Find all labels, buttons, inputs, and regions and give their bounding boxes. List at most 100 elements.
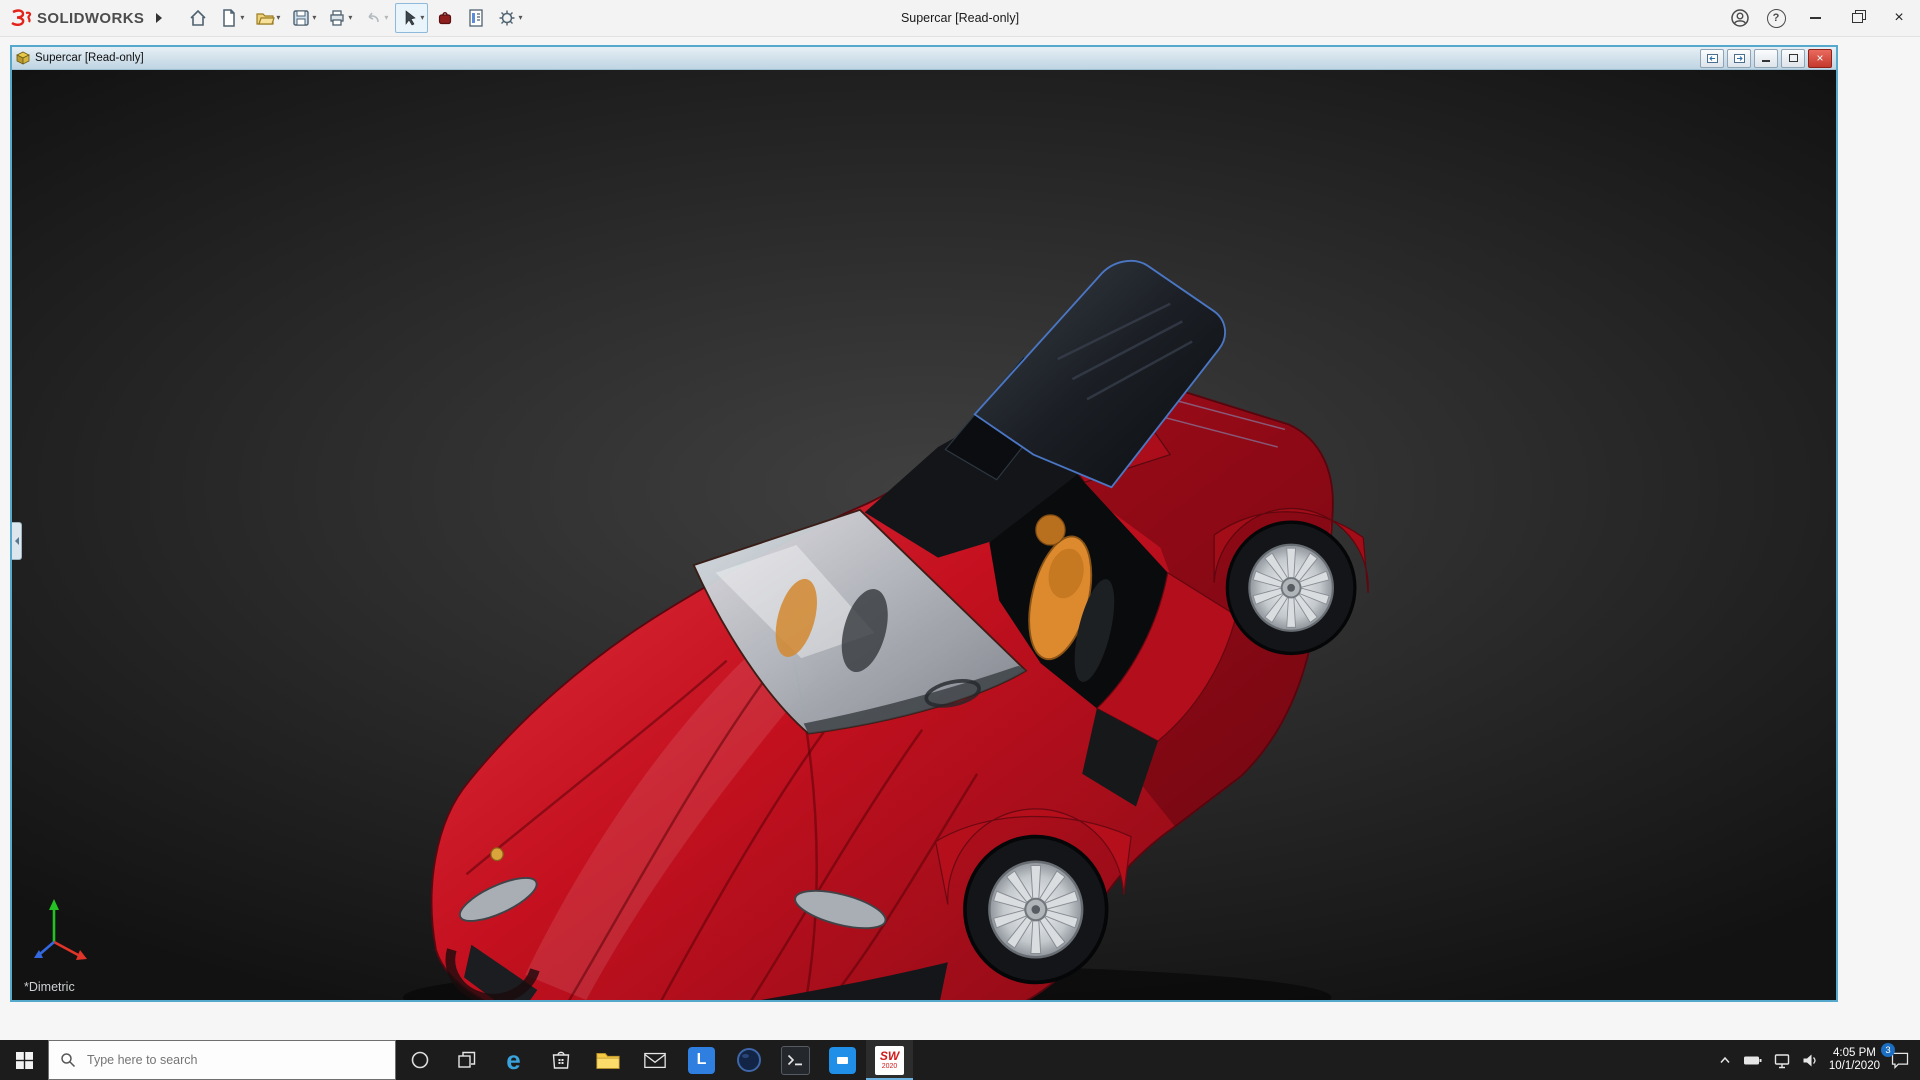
- taskbar-app-mail[interactable]: [631, 1040, 678, 1080]
- taskbar-clock[interactable]: 4:05 PM 10/1/2020: [1829, 1047, 1880, 1073]
- taskbar-app-edge[interactable]: e: [490, 1040, 537, 1080]
- select-tool-button[interactable]: ▾: [395, 3, 428, 33]
- windows-taskbar: e L SW 2020: [0, 1040, 1920, 1080]
- titlebar-right-controls: ? ×: [1722, 0, 1920, 36]
- undo-icon: [363, 8, 383, 28]
- options-gear-icon: [497, 8, 517, 28]
- task-view-button[interactable]: [443, 1040, 490, 1080]
- help-button[interactable]: ?: [1758, 0, 1794, 36]
- taskbar-app-blue[interactable]: [819, 1040, 866, 1080]
- options-button[interactable]: ▾: [493, 3, 526, 33]
- part-document-icon: [16, 51, 30, 65]
- home-button[interactable]: [184, 3, 212, 33]
- cortana-icon: [410, 1050, 430, 1070]
- feature-manager-collapse-tab[interactable]: [12, 522, 22, 560]
- logo-text: SOLIDWORKS: [37, 10, 144, 27]
- mail-icon: [643, 1050, 667, 1070]
- restore-icon: [1789, 54, 1798, 62]
- supercar-3d-model[interactable]: [12, 70, 1836, 1000]
- document-window-controls: ×: [1700, 49, 1832, 68]
- new-document-icon: [219, 8, 239, 28]
- graphics-area[interactable]: *Dimetric: [12, 70, 1836, 1000]
- solidworks-logo: SOLIDWORKS: [0, 9, 150, 27]
- taskbar-app-file-explorer[interactable]: [584, 1040, 631, 1080]
- solidworks-icon-text: SW: [880, 1050, 899, 1062]
- start-button[interactable]: [0, 1040, 48, 1080]
- print-button[interactable]: ▾: [323, 3, 356, 33]
- save-button[interactable]: ▾: [287, 3, 320, 33]
- clock-time: 4:05 PM: [1829, 1047, 1880, 1060]
- dropdown-icon[interactable]: ▾: [312, 14, 316, 22]
- battery-icon: [1743, 1052, 1763, 1068]
- action-center-button[interactable]: 3: [1890, 1050, 1910, 1070]
- taskbar-search[interactable]: [48, 1040, 396, 1080]
- sphere-app-icon: [736, 1047, 762, 1073]
- chevron-up-icon: [1717, 1052, 1733, 1068]
- file-properties-button[interactable]: [462, 3, 490, 33]
- print-icon: [327, 8, 347, 28]
- save-icon: [291, 8, 311, 28]
- dropdown-icon[interactable]: ▾: [276, 14, 280, 22]
- file-explorer-icon: [595, 1048, 621, 1072]
- minimize-icon: [1762, 60, 1770, 62]
- tray-volume-button[interactable]: [1801, 1052, 1819, 1069]
- quick-access-toolbar: ▾ ▾ ▾ ▾ ▾ ▾ ▾: [184, 3, 526, 33]
- help-icon: ?: [1767, 9, 1786, 28]
- view-orientation-label: *Dimetric: [24, 980, 75, 994]
- pane-right-button[interactable]: [1727, 49, 1751, 68]
- cortana-button[interactable]: [396, 1040, 443, 1080]
- open-button[interactable]: ▾: [251, 3, 284, 33]
- pane-right-icon: [1734, 54, 1745, 63]
- clock-date: 10/1/2020: [1829, 1060, 1880, 1073]
- taskbar-app-solidworks[interactable]: SW 2020: [866, 1040, 913, 1080]
- document-titlebar[interactable]: Supercar [Read-only] ×: [12, 47, 1836, 70]
- document-restore-button[interactable]: [1781, 49, 1805, 68]
- new-document-button[interactable]: ▾: [215, 3, 248, 33]
- orientation-triad: [30, 894, 92, 968]
- file-properties-icon: [466, 8, 486, 28]
- open-folder-icon: [255, 8, 275, 28]
- close-button[interactable]: ×: [1878, 0, 1920, 36]
- close-icon: ×: [1894, 10, 1903, 26]
- dropdown-icon[interactable]: ▾: [384, 14, 388, 22]
- toolbox-icon: [435, 8, 455, 28]
- close-icon: ×: [1816, 52, 1823, 64]
- document-close-button[interactable]: ×: [1808, 49, 1832, 68]
- account-icon: [1730, 8, 1750, 28]
- edge-icon: e: [506, 1047, 520, 1073]
- pane-left-button[interactable]: [1700, 49, 1724, 68]
- document-window: Supercar [Read-only] ×: [10, 45, 1838, 1002]
- notification-badge: 3: [1881, 1043, 1895, 1057]
- dropdown-icon[interactable]: ▾: [420, 14, 424, 22]
- toolbar-flyout-arrow-icon[interactable]: [156, 13, 162, 23]
- tray-battery-button[interactable]: [1743, 1052, 1763, 1068]
- tray-network-button[interactable]: [1773, 1052, 1791, 1069]
- taskbar-app-terminal[interactable]: [772, 1040, 819, 1080]
- toolbox-button[interactable]: [431, 3, 459, 33]
- restore-button[interactable]: [1836, 0, 1878, 36]
- document-title: Supercar [Read-only]: [35, 52, 144, 64]
- solidworks-logo-icon: [10, 9, 32, 27]
- tray-chevron-button[interactable]: [1717, 1052, 1733, 1068]
- pane-left-icon: [1707, 54, 1718, 63]
- search-input[interactable]: [85, 1052, 384, 1068]
- solidworks-icon-year: 2020: [882, 1063, 898, 1070]
- taskbar-app-l[interactable]: L: [678, 1040, 725, 1080]
- network-icon: [1773, 1052, 1791, 1069]
- system-tray: 4:05 PM 10/1/2020 3: [1707, 1040, 1920, 1080]
- minimize-button[interactable]: [1794, 0, 1836, 36]
- microsoft-store-icon: [549, 1048, 573, 1072]
- blue-app-icon: [829, 1047, 856, 1074]
- taskbar-app-store[interactable]: [537, 1040, 584, 1080]
- undo-button[interactable]: ▾: [359, 3, 392, 33]
- document-minimize-button[interactable]: [1754, 49, 1778, 68]
- home-icon: [188, 8, 208, 28]
- terminal-app-icon: [781, 1046, 810, 1075]
- window-title: Supercar [Read-only]: [901, 0, 1019, 36]
- task-view-icon: [457, 1050, 477, 1070]
- dropdown-icon[interactable]: ▾: [348, 14, 352, 22]
- account-button[interactable]: [1722, 0, 1758, 36]
- dropdown-icon[interactable]: ▾: [518, 14, 522, 22]
- dropdown-icon[interactable]: ▾: [240, 14, 244, 22]
- taskbar-app-sphere[interactable]: [725, 1040, 772, 1080]
